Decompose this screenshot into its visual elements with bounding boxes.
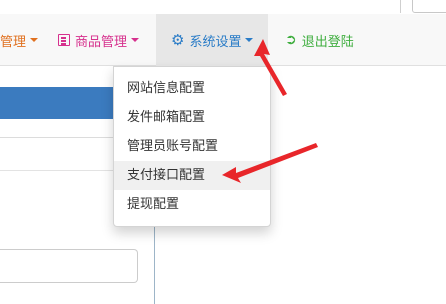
caret-down-icon bbox=[131, 38, 140, 42]
nav-label: 退出登陆 bbox=[301, 34, 354, 50]
nav-label: 管理 bbox=[0, 34, 27, 50]
caret-down-icon bbox=[30, 38, 39, 42]
nav-goods-menu[interactable]: 商品管理 bbox=[44, 14, 156, 66]
strip-divider bbox=[400, 0, 401, 13]
browser-control-box[interactable] bbox=[412, 0, 446, 13]
menu-item-admin-account[interactable]: 管理员账号配置 bbox=[114, 132, 270, 161]
settings-dropdown-menu: 网站信息配置 发件邮箱配置 管理员账号配置 支付接口配置 提现配置 bbox=[113, 66, 271, 227]
browser-top-strip bbox=[0, 0, 446, 14]
menu-item-withdraw-config[interactable]: 提现配置 bbox=[114, 190, 270, 219]
menu-item-mail-config[interactable]: 发件邮箱配置 bbox=[114, 103, 270, 132]
caret-down-icon bbox=[245, 38, 254, 42]
panel-divider bbox=[0, 137, 115, 138]
top-navbar: 管理 商品管理 ⚙ 系统设置 ➲ 退出登陆 bbox=[0, 14, 446, 66]
nav-label: 系统设置 bbox=[189, 34, 242, 50]
nav-label: 商品管理 bbox=[75, 34, 128, 50]
logout-icon: ➲ bbox=[285, 32, 297, 48]
gear-icon: ⚙ bbox=[171, 30, 185, 49]
list-icon bbox=[58, 34, 70, 46]
nav-settings-menu[interactable]: ⚙ 系统设置 bbox=[156, 14, 268, 66]
nav-admin-menu[interactable]: 管理 bbox=[0, 14, 44, 66]
nav-logout-link[interactable]: ➲ 退出登陆 bbox=[268, 14, 368, 66]
menu-item-payment-config[interactable]: 支付接口配置 bbox=[114, 161, 270, 190]
text-input[interactable] bbox=[0, 249, 138, 283]
menu-item-site-info[interactable]: 网站信息配置 bbox=[114, 74, 270, 103]
